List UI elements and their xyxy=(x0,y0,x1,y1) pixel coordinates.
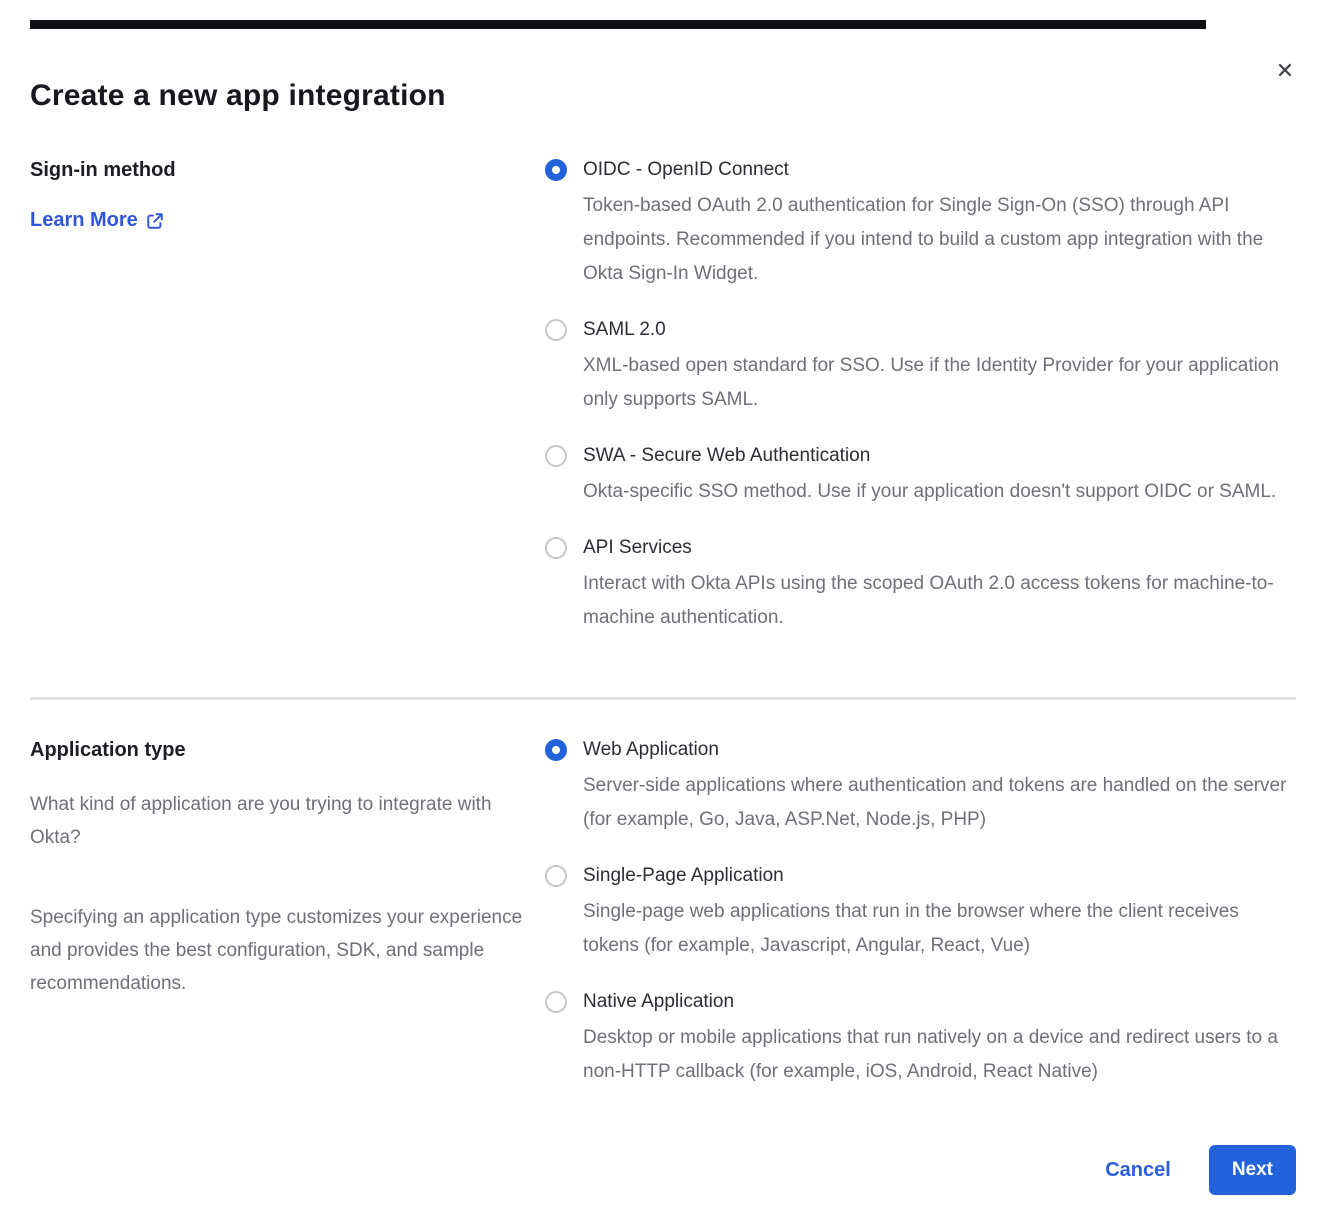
option-label: API Services xyxy=(583,536,1296,560)
option-label: Web Application xyxy=(583,738,1296,762)
radio-option-api-services[interactable]: API Services Interact with Okta APIs usi… xyxy=(545,536,1296,635)
option-label: SAML 2.0 xyxy=(583,318,1296,342)
option-label: OIDC - OpenID Connect xyxy=(583,158,1296,182)
option-text: API Services Interact with Okta APIs usi… xyxy=(583,536,1296,635)
application-type-label: Application type xyxy=(30,738,525,762)
dialog-footer: Cancel Next xyxy=(30,1145,1296,1195)
application-type-section: Application type What kind of applicatio… xyxy=(30,738,1296,1089)
option-description: XML-based open standard for SSO. Use if … xyxy=(583,349,1296,417)
option-text: Web Application Server-side applications… xyxy=(583,738,1296,837)
sign-in-method-left-column: Sign-in method Learn More xyxy=(30,158,545,635)
create-app-integration-dialog: ✕ Create a new app integration Sign-in m… xyxy=(0,20,1332,1210)
radio-option-swa[interactable]: SWA - Secure Web Authentication Okta-spe… xyxy=(545,444,1296,509)
radio-option-single-page-application[interactable]: Single-Page Application Single-page web … xyxy=(545,864,1296,963)
section-divider xyxy=(30,697,1296,700)
option-label: Native Application xyxy=(583,990,1296,1014)
option-text: Native Application Desktop or mobile app… xyxy=(583,990,1296,1089)
option-description: Interact with Okta APIs using the scoped… xyxy=(583,567,1296,635)
learn-more-label: Learn More xyxy=(30,209,138,232)
option-description: Okta-specific SSO method. Use if your ap… xyxy=(583,475,1296,509)
close-icon[interactable]: ✕ xyxy=(1270,56,1300,86)
option-description: Token-based OAuth 2.0 authentication for… xyxy=(583,189,1296,291)
option-label: Single-Page Application xyxy=(583,864,1296,888)
option-text: OIDC - OpenID Connect Token-based OAuth … xyxy=(583,158,1296,291)
sign-in-method-label: Sign-in method xyxy=(30,158,525,182)
application-type-detail: Specifying an application type customize… xyxy=(30,901,525,1000)
radio-button-swa[interactable] xyxy=(545,445,567,467)
radio-option-oidc[interactable]: OIDC - OpenID Connect Token-based OAuth … xyxy=(545,158,1296,291)
option-text: SWA - Secure Web Authentication Okta-spe… xyxy=(583,444,1296,509)
radio-option-native-application[interactable]: Native Application Desktop or mobile app… xyxy=(545,990,1296,1089)
external-link-icon xyxy=(146,212,164,230)
next-button[interactable]: Next xyxy=(1209,1145,1296,1195)
option-description: Single-page web applications that run in… xyxy=(583,895,1296,963)
radio-button-oidc[interactable] xyxy=(545,159,567,181)
radio-button-native-application[interactable] xyxy=(545,991,567,1013)
option-description: Server-side applications where authentic… xyxy=(583,769,1296,837)
radio-button-saml[interactable] xyxy=(545,319,567,341)
dialog-title: Create a new app integration xyxy=(30,20,1296,113)
radio-button-single-page-application[interactable] xyxy=(545,865,567,887)
learn-more-link[interactable]: Learn More xyxy=(30,209,164,232)
option-label: SWA - Secure Web Authentication xyxy=(583,444,1296,468)
radio-option-saml[interactable]: SAML 2.0 XML-based open standard for SSO… xyxy=(545,318,1296,417)
window-top-edge-bar xyxy=(30,20,1206,29)
sign-in-method-section: Sign-in method Learn More OIDC - OpenID … xyxy=(30,158,1296,635)
cancel-button[interactable]: Cancel xyxy=(1105,1159,1171,1182)
option-text: SAML 2.0 XML-based open standard for SSO… xyxy=(583,318,1296,417)
application-type-left-column: Application type What kind of applicatio… xyxy=(30,738,545,1089)
option-text: Single-Page Application Single-page web … xyxy=(583,864,1296,963)
application-type-intro: What kind of application are you trying … xyxy=(30,788,525,854)
radio-button-api-services[interactable] xyxy=(545,537,567,559)
radio-button-web-application[interactable] xyxy=(545,739,567,761)
application-type-options: Web Application Server-side applications… xyxy=(545,738,1296,1089)
radio-option-web-application[interactable]: Web Application Server-side applications… xyxy=(545,738,1296,837)
sign-in-method-options: OIDC - OpenID Connect Token-based OAuth … xyxy=(545,158,1296,635)
option-description: Desktop or mobile applications that run … xyxy=(583,1021,1296,1089)
